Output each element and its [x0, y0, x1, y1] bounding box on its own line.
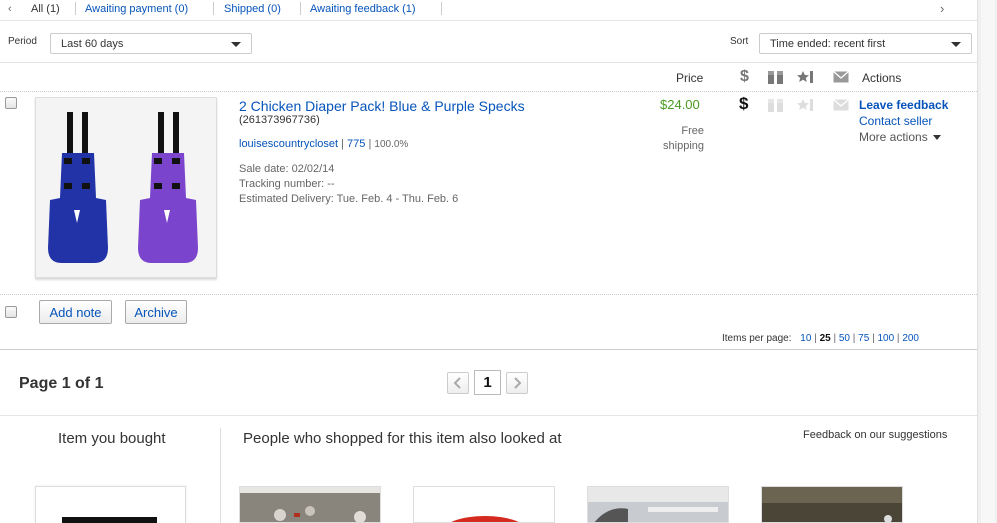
tab-divider	[441, 2, 442, 15]
feedback-not-left-icon	[797, 99, 813, 111]
sort-label: Sort	[730, 36, 749, 47]
period-label: Period	[8, 36, 37, 47]
tracking-number: Tracking number: --	[239, 178, 335, 190]
message-envelope-icon	[833, 71, 849, 83]
chevron-right-icon	[514, 377, 522, 389]
period-value: Last 60 days	[61, 38, 124, 50]
not-shipped-icon	[768, 99, 783, 112]
recommended-item-image	[588, 487, 728, 522]
recommended-item-image	[240, 487, 380, 522]
paid-status-icon: $	[740, 68, 749, 85]
items-per-page-label: Items per page:	[722, 333, 792, 344]
item-price: $24.00	[660, 97, 700, 112]
more-actions-label: More actions	[859, 130, 928, 144]
select-all-checkbox[interactable]	[5, 306, 17, 318]
sale-date: Sale date: 02/02/14	[239, 163, 335, 175]
per-page-10[interactable]: 10	[800, 333, 811, 344]
shipped-status-icon	[768, 71, 783, 84]
paid-icon: $	[739, 94, 749, 113]
divider	[0, 415, 977, 416]
bought-item-card[interactable]	[35, 486, 186, 523]
sort-select[interactable]: Time ended: recent first	[759, 33, 972, 54]
divider	[0, 91, 977, 92]
per-page-50[interactable]: 50	[839, 333, 850, 344]
scroll-right-icon[interactable]: ›	[940, 1, 944, 16]
message-icon	[833, 99, 849, 111]
recommended-item-1[interactable]	[239, 486, 381, 523]
contact-seller-link[interactable]: Contact seller	[859, 114, 932, 128]
tab-divider	[300, 2, 301, 15]
tab-shipped[interactable]: Shipped (0)	[224, 3, 281, 15]
also-looked-heading: People who shopped for this item also lo…	[243, 430, 562, 447]
divider	[0, 62, 977, 63]
per-page-75[interactable]: 75	[858, 333, 869, 344]
tab-divider	[75, 2, 76, 15]
tab-all[interactable]: All (1)	[31, 3, 60, 15]
recommended-item-image	[762, 487, 902, 522]
item-you-bought-heading: Item you bought	[58, 430, 166, 447]
current-page[interactable]: 1	[474, 370, 501, 395]
seller-positive-pct: 100.0%	[374, 139, 409, 150]
items-per-page: Items per page: 10 | 25 | 50 | 75 | 100 …	[722, 333, 919, 344]
price-column-header: Price	[676, 71, 704, 85]
item-checkbox[interactable]	[5, 97, 17, 109]
vertical-divider	[220, 428, 221, 523]
chevron-down-icon	[933, 135, 942, 141]
recommended-item-3[interactable]	[587, 486, 729, 523]
item-number: (261373967736)	[239, 114, 320, 126]
next-page-button[interactable]	[506, 372, 528, 394]
shipping-cost: Free shipping	[663, 125, 704, 152]
recommended-item-4[interactable]	[761, 486, 903, 523]
recommended-item-2[interactable]	[413, 486, 555, 523]
more-actions-dropdown[interactable]: More actions	[859, 130, 942, 144]
tab-awaiting-payment[interactable]: Awaiting payment (0)	[85, 3, 188, 15]
archive-button[interactable]: Archive	[125, 300, 187, 324]
seller-name-link[interactable]: louisescountrycloset	[239, 138, 338, 150]
previous-page-button[interactable]	[447, 372, 469, 394]
feedback-on-suggestions-link[interactable]: Feedback on our suggestions	[803, 429, 947, 441]
actions-column-header: Actions	[862, 71, 902, 85]
sort-value: Time ended: recent first	[770, 38, 886, 50]
divider	[0, 20, 977, 21]
chevron-down-icon	[951, 42, 961, 47]
divider	[0, 294, 977, 295]
bought-item-image	[62, 517, 157, 523]
add-note-button[interactable]: Add note	[39, 300, 112, 324]
feedback-status-icon	[797, 71, 813, 83]
page-indicator: Page 1 of 1	[19, 375, 104, 392]
chicken-diaper-image	[36, 98, 216, 277]
recommended-item-image	[414, 487, 554, 522]
estimated-delivery: Estimated Delivery: Tue. Feb. 4 - Thu. F…	[239, 193, 459, 205]
scrollbar-thumb[interactable]	[981, 0, 995, 523]
item-title-link[interactable]: 2 Chicken Diaper Pack! Blue & Purple Spe…	[239, 98, 525, 114]
per-page-25[interactable]: 25	[820, 333, 831, 344]
item-thumbnail[interactable]	[35, 97, 217, 278]
per-page-200[interactable]: 200	[902, 333, 919, 344]
seller-info: louisescountrycloset | 775 | 100.0%	[239, 138, 409, 150]
tab-awaiting-feedback[interactable]: Awaiting feedback (1)	[310, 3, 416, 15]
leave-feedback-link[interactable]: Leave feedback	[859, 98, 948, 112]
tab-divider	[213, 2, 214, 15]
chevron-left-icon	[453, 377, 461, 389]
chevron-down-icon	[231, 42, 241, 47]
divider	[0, 349, 977, 350]
order-tabs: ‹ All (1) Awaiting payment (0) Shipped (…	[0, 0, 977, 20]
seller-feedback-score[interactable]: 775	[347, 138, 365, 150]
period-select[interactable]: Last 60 days	[50, 33, 252, 54]
per-page-100[interactable]: 100	[877, 333, 894, 344]
scroll-left-icon[interactable]: ‹	[8, 3, 12, 15]
vertical-scrollbar[interactable]	[977, 0, 997, 523]
